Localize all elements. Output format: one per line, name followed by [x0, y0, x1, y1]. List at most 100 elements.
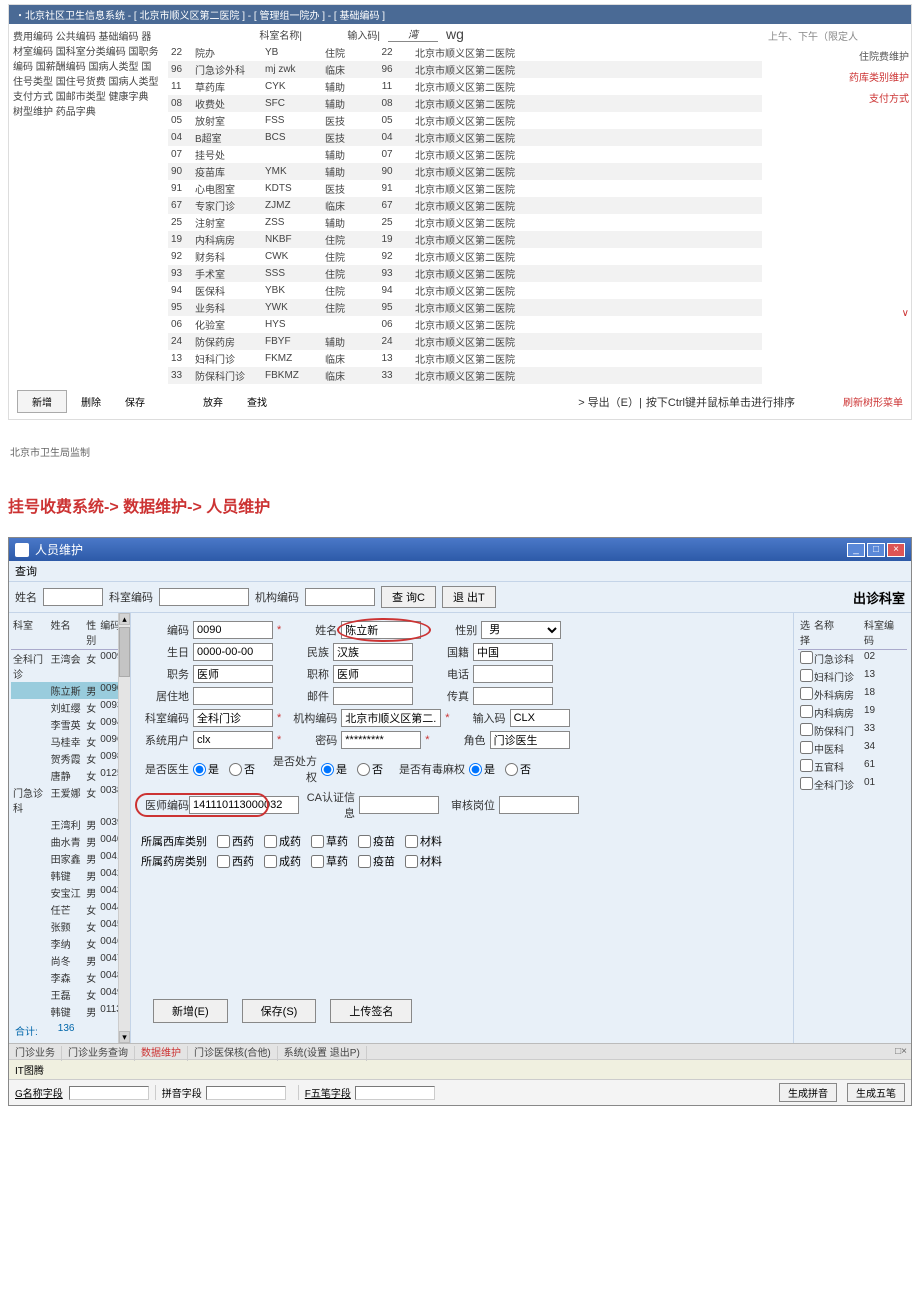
- input-inputcode[interactable]: [510, 709, 570, 727]
- chk-cl1[interactable]: [405, 835, 418, 848]
- list-item[interactable]: 张颢女0045: [11, 918, 128, 935]
- out-row[interactable]: 防保科门33: [798, 722, 907, 740]
- table-row[interactable]: 92财务科CWK住院92北京市顺义区第二医院: [168, 248, 762, 265]
- input-org[interactable]: [341, 709, 441, 727]
- right-link[interactable]: 住院费维护: [768, 45, 909, 66]
- table-row[interactable]: 22院办YB住院22北京市顺义区第二医院: [168, 44, 762, 61]
- chk-ca2[interactable]: [311, 855, 324, 868]
- btn-save[interactable]: 保存: [115, 391, 155, 412]
- input-deptcode[interactable]: [159, 588, 249, 606]
- table-row[interactable]: 94医保科YBK住院94北京市顺义区第二医院: [168, 282, 762, 299]
- minimize-button[interactable]: _: [847, 543, 865, 557]
- list-item[interactable]: 陈立斯男0090: [11, 682, 128, 699]
- table-row[interactable]: 33防保科门诊FBKMZ临床33北京市顺义区第二医院: [168, 367, 762, 384]
- table-row[interactable]: 05放射室FSS医技05北京市顺义区第二医院: [168, 112, 762, 129]
- right-link[interactable]: 药库类别维护: [768, 66, 909, 87]
- input-sysuser[interactable]: [193, 731, 273, 749]
- chk-xy1[interactable]: [217, 835, 230, 848]
- btn-query[interactable]: 查 询C: [381, 586, 436, 608]
- table-row[interactable]: 19内科病房NKBF住院19北京市顺义区第二医院: [168, 231, 762, 248]
- list-item[interactable]: 唐静女0125: [11, 767, 128, 784]
- list-item[interactable]: 尚冬男0047: [11, 952, 128, 969]
- btn-gen-wb[interactable]: 生成五笔: [847, 1083, 905, 1102]
- chk-cy1[interactable]: [264, 835, 277, 848]
- table-row[interactable]: 24防保药房FBYF辅助24北京市顺义区第二医院: [168, 333, 762, 350]
- input-orgcode[interactable]: [305, 588, 375, 606]
- list-item[interactable]: 门急诊科王爱娜女0038: [11, 784, 128, 816]
- list-item[interactable]: 任芒女0044: [11, 901, 128, 918]
- select-sex[interactable]: 男: [481, 621, 561, 639]
- out-row[interactable]: 门急诊科02: [798, 650, 907, 668]
- radio-isdoc-yes[interactable]: [193, 763, 206, 776]
- fld-py[interactable]: [206, 1086, 286, 1100]
- input-birth[interactable]: [193, 643, 273, 661]
- input-dept[interactable]: [193, 709, 273, 727]
- chk-ca1[interactable]: [311, 835, 324, 848]
- list-item[interactable]: 王磊女0049: [11, 986, 128, 1003]
- btn-delete[interactable]: 删除: [71, 391, 111, 412]
- out-row[interactable]: 全科门诊01: [798, 776, 907, 794]
- input-phone[interactable]: [473, 665, 553, 683]
- tab[interactable]: 门诊业务查询: [62, 1046, 135, 1061]
- fld-name[interactable]: [69, 1086, 149, 1100]
- list-item[interactable]: 曲水青男0040: [11, 833, 128, 850]
- out-row[interactable]: 内科病房19: [798, 704, 907, 722]
- list-item[interactable]: 韩键男0042: [11, 867, 128, 884]
- list-item[interactable]: 马桂幸女0096: [11, 733, 128, 750]
- list-item[interactable]: 田家鑫男0041: [11, 850, 128, 867]
- table-row[interactable]: 13妇科门诊FKMZ临床13北京市顺义区第二医院: [168, 350, 762, 367]
- btn-new2[interactable]: 新增(E): [153, 999, 228, 1023]
- list-scrollbar[interactable]: ▴ ▾: [118, 613, 130, 1043]
- chk-cl2[interactable]: [405, 855, 418, 868]
- table-row[interactable]: 06化验室HYS06北京市顺义区第二医院: [168, 316, 762, 333]
- tab[interactable]: 数据维护: [135, 1046, 188, 1061]
- list-item[interactable]: 王湾利男0039: [11, 816, 128, 833]
- radio-drug-no[interactable]: [505, 763, 518, 776]
- input-title[interactable]: [333, 665, 413, 683]
- input-pwd[interactable]: [341, 731, 421, 749]
- out-row[interactable]: 中医科34: [798, 740, 907, 758]
- table-row[interactable]: 96门急诊外科mj zwk临床96北京市顺义区第二医院: [168, 61, 762, 78]
- out-row[interactable]: 妇科门诊13: [798, 668, 907, 686]
- radio-drug-yes[interactable]: [469, 763, 482, 776]
- btn-upload-sign[interactable]: 上传签名: [330, 999, 412, 1023]
- radio-isdoc-no[interactable]: [229, 763, 242, 776]
- chk-ym2[interactable]: [358, 855, 371, 868]
- tip-export[interactable]: > 导出（E）|: [578, 394, 642, 410]
- table-row[interactable]: 25注射室ZSS辅助25北京市顺义区第二医院: [168, 214, 762, 231]
- table-row[interactable]: 90疫苗库YMK辅助90北京市顺义区第二医院: [168, 163, 762, 180]
- input-addr[interactable]: [193, 687, 273, 705]
- list-item[interactable]: 李雪英女0094: [11, 716, 128, 733]
- table-row[interactable]: 91心电图室KDTS医技91北京市顺义区第二医院: [168, 180, 762, 197]
- list-item[interactable]: 全科门诊王湾会女0009: [11, 650, 128, 682]
- out-row[interactable]: 五官科61: [798, 758, 907, 776]
- close-button[interactable]: ×: [887, 543, 905, 557]
- input-ca[interactable]: [359, 796, 439, 814]
- list-item[interactable]: 韩键男0113: [11, 1003, 128, 1020]
- right-link[interactable]: 支付方式: [768, 87, 909, 108]
- app2-menubar[interactable]: 查询: [9, 561, 911, 582]
- btn-gen-py[interactable]: 生成拼音: [779, 1083, 837, 1102]
- fld-wb[interactable]: [355, 1086, 435, 1100]
- input-nation[interactable]: [333, 643, 413, 661]
- btn-find[interactable]: 查找: [237, 391, 277, 412]
- chk-xy2[interactable]: [217, 855, 230, 868]
- table-row[interactable]: 08收费处SFC辅助08北京市顺义区第二医院: [168, 95, 762, 112]
- list-item[interactable]: 李纳女0046: [11, 935, 128, 952]
- person-list[interactable]: 科室 姓名 性别 编码 全科门诊王湾会女0009陈立斯男0090刘虹缨女0093…: [9, 613, 131, 1043]
- input-cert[interactable]: [189, 796, 299, 814]
- maximize-button[interactable]: □: [867, 543, 885, 557]
- input-role[interactable]: [490, 731, 570, 749]
- scroll-thumb[interactable]: [119, 627, 130, 677]
- app1-left-nav[interactable]: 费用编码 公共编码 基础编码 器材室编码 国科室分类编码 国职务编码 国薪酬编码…: [9, 24, 164, 384]
- input-country[interactable]: [473, 643, 553, 661]
- input-fax[interactable]: [473, 687, 553, 705]
- table-row[interactable]: 04B超室BCS医技04北京市顺义区第二医院: [168, 129, 762, 146]
- scroll-down-icon[interactable]: ▾: [119, 1031, 130, 1043]
- tab[interactable]: 门诊业务: [9, 1046, 62, 1061]
- chk-ym1[interactable]: [358, 835, 371, 848]
- out-row[interactable]: 外科病房18: [798, 686, 907, 704]
- btn-new[interactable]: 新增: [17, 390, 67, 413]
- chk-cy2[interactable]: [264, 855, 277, 868]
- input-mail[interactable]: [333, 687, 413, 705]
